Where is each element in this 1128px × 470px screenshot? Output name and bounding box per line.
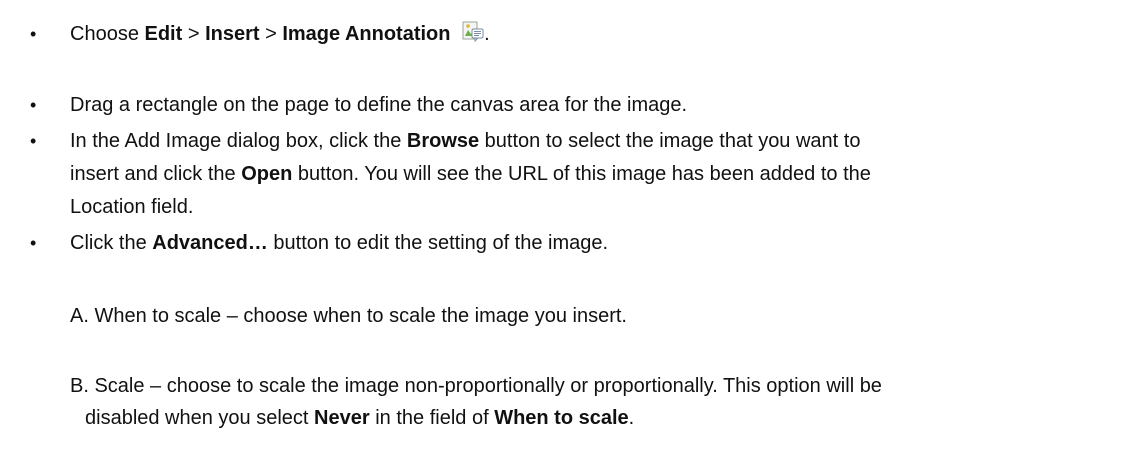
- step-text: In the Add Image dialog box, click the: [70, 130, 407, 152]
- advanced-label: Advanced…: [152, 232, 268, 254]
- bullet: •: [30, 233, 37, 253]
- step-text: in the field of: [369, 407, 495, 429]
- document-page: • Choose Edit > Insert > Image Annotatio…: [0, 0, 1128, 470]
- sub-item-when-to-scale: A. When to scale – choose when to scale …: [70, 305, 627, 327]
- sub-item-scale-line2: disabled when you select Never in the fi…: [85, 403, 1125, 434]
- step-add-image-line2: insert and click the Open button. You wi…: [70, 159, 1110, 190]
- image-annotation-icon: [462, 20, 484, 43]
- when-to-scale-label: When to scale: [494, 407, 629, 429]
- step-text: insert and click the: [70, 163, 242, 185]
- step-text: .: [628, 407, 635, 429]
- bullet: •: [30, 24, 37, 44]
- never-label: Never: [314, 407, 370, 429]
- step-text: button. You will see the URL of this ima…: [292, 163, 871, 185]
- menu-separator: >: [259, 23, 283, 45]
- step-choose-image-annotation: Choose Edit > Insert > Image Annotation …: [70, 19, 1110, 50]
- bullet: •: [30, 131, 37, 151]
- step-text: .: [484, 23, 490, 45]
- step-text: disabled when you select: [85, 407, 315, 429]
- step-text: button to edit the setting of the image.: [267, 232, 609, 254]
- step-advanced: Click the Advanced… button to edit the s…: [70, 228, 1110, 259]
- step-text: button to select the image that you want…: [479, 130, 861, 152]
- step-drag-rectangle: Drag a rectangle on the page to define t…: [70, 94, 688, 116]
- sub-item-scale-line1: B. Scale – choose to scale the image non…: [70, 375, 882, 397]
- menu-separator: >: [182, 23, 206, 45]
- menu-insert: Insert: [205, 23, 260, 45]
- step-text: Choose: [70, 23, 145, 45]
- step-text: Click the: [70, 232, 153, 254]
- menu-image-annotation: Image Annotation: [282, 23, 451, 45]
- step-add-image-line1: In the Add Image dialog box, click the B…: [70, 126, 1110, 157]
- step-add-image-line3: Location field.: [70, 196, 194, 218]
- menu-edit: Edit: [144, 23, 183, 45]
- bullet: •: [30, 95, 37, 115]
- browse-label: Browse: [406, 130, 480, 152]
- open-label: Open: [241, 163, 293, 185]
